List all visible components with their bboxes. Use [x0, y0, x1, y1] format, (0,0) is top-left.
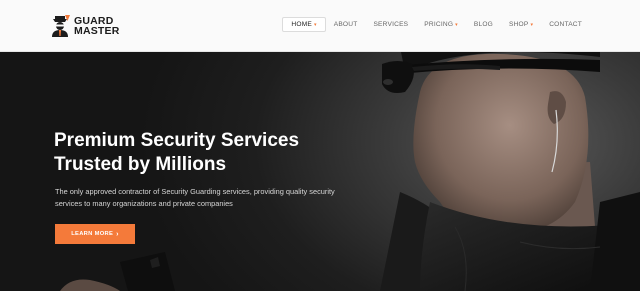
nav-shop-label: SHOP	[509, 21, 529, 28]
nav-services[interactable]: SERVICES	[365, 18, 416, 31]
brand-name-line2: MASTER	[74, 25, 120, 37]
nav-pricing-label: PRICING	[424, 21, 454, 28]
nav-about-label: ABOUT	[333, 21, 358, 28]
hero-title-line2: Trusted by Millions	[54, 154, 227, 175]
nav-about[interactable]: ABOUT	[326, 18, 366, 31]
site-header: GUARD MASTER HOME ▾ ABOUT SERVICES PRICI…	[0, 0, 640, 52]
guard-logo-icon	[52, 15, 70, 37]
nav-shop[interactable]: SHOP ▾	[501, 18, 541, 31]
nav-blog[interactable]: BLOG	[466, 18, 501, 31]
nav-blog-label: BLOG	[473, 21, 493, 28]
learn-more-label: LEARN MORE	[71, 231, 114, 237]
hero-description: The only approved contractor of Security…	[55, 187, 335, 208]
learn-more-button[interactable]: LEARN MORE ›	[55, 224, 135, 244]
hero-title-line1: Premium Security Services	[54, 130, 300, 151]
chevron-down-icon: ▾	[314, 21, 317, 28]
hero-title: Premium Security Services Trusted by Mil…	[54, 129, 374, 177]
nav-home-label: HOME	[291, 21, 312, 28]
nav-home[interactable]: HOME ▾	[282, 17, 326, 32]
brand-logo[interactable]: GUARD MASTER	[50, 13, 120, 39]
chevron-down-icon: ▾	[455, 21, 458, 28]
chevron-down-icon: ▾	[530, 21, 534, 28]
hero-section: Premium Security Services Trusted by Mil…	[0, 52, 640, 291]
main-nav: HOME ▾ ABOUT SERVICES PRICING ▾ BLOG SHO…	[282, 17, 590, 32]
nav-contact[interactable]: CONTACT	[541, 18, 590, 31]
nav-contact-label: CONTACT	[549, 21, 582, 28]
nav-pricing[interactable]: PRICING ▾	[416, 18, 466, 31]
nav-services-label: SERVICES	[373, 21, 409, 28]
chevron-right-icon: ›	[116, 230, 119, 238]
